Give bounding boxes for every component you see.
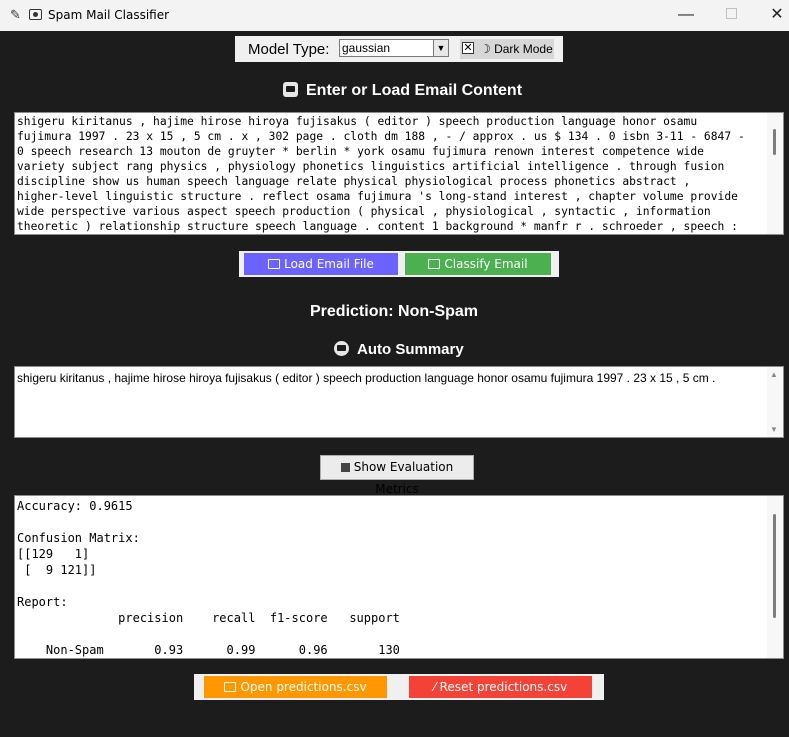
scroll-up-icon[interactable]: ▲ (770, 370, 778, 379)
email-scrollbar[interactable] (767, 113, 783, 234)
email-icon (283, 82, 298, 97)
model-type-value: gaussian (342, 41, 391, 55)
minimize-button[interactable]: — (663, 0, 709, 31)
scroll-thumb[interactable] (773, 514, 776, 618)
brain-icon (334, 341, 349, 356)
title-bar: ✎ Spam Mail Classifier — ✕ (0, 0, 789, 31)
upload-icon (428, 259, 441, 269)
prediction-result: Prediction: Non-Spam (310, 303, 479, 320)
open-predictions-button[interactable]: Open predictions.csv (204, 676, 387, 698)
email-action-bar: Load Email File Classify Email (239, 251, 559, 277)
folder-icon (268, 259, 281, 269)
show-metrics-button[interactable]: Show Evaluation Metrics (320, 455, 474, 496)
maximize-button[interactable] (708, 0, 754, 31)
summary-text[interactable]: shigeru kiritanus , hajime hirose hiroya… (17, 370, 762, 387)
metrics-text[interactable]: Accuracy: 0.9615 Confusion Matrix: [[129… (17, 498, 765, 658)
chevron-down-icon[interactable]: ▼ (433, 40, 448, 56)
chart-icon (340, 463, 350, 472)
email-text-area[interactable]: shigeru kiritanus , hajime hirose hiroya… (14, 112, 784, 235)
maximize-icon (725, 8, 737, 19)
model-toolbar: Model Type: gaussian ▼ ✕ ☽ Dark Mode (235, 36, 563, 62)
scroll-thumb[interactable] (773, 129, 776, 155)
dark-mode-toggle[interactable]: ✕ ☽ Dark Mode (460, 39, 554, 59)
reset-predictions-button[interactable]: ⁄ Reset predictions.csv (409, 676, 592, 698)
metrics-text-area[interactable]: Accuracy: 0.9615 Confusion Matrix: [[129… (14, 495, 784, 659)
model-type-select[interactable]: gaussian ▼ (339, 39, 449, 57)
summary-text-area[interactable]: shigeru kiritanus , hajime hirose hiroya… (14, 366, 784, 438)
folder-icon (224, 682, 237, 692)
metrics-scrollbar[interactable] (767, 496, 783, 658)
load-email-button[interactable]: Load Email File (244, 253, 398, 275)
model-type-label: Model Type: (248, 41, 330, 58)
summary-heading: Auto Summary (334, 341, 464, 358)
dark-mode-label: ☽ Dark Mode (480, 42, 553, 56)
classify-email-button[interactable]: Classify Email (405, 253, 551, 275)
email-text[interactable]: shigeru kiritanus , hajime hirose hiroya… (17, 114, 765, 234)
feather-icon: ✎ (10, 7, 21, 22)
app-icon (29, 9, 42, 20)
close-button[interactable]: ✕ (754, 0, 789, 31)
csv-action-bar: Open predictions.csv ⁄ Reset predictions… (194, 674, 604, 700)
checkbox-icon[interactable]: ✕ (462, 42, 474, 54)
window-title: Spam Mail Classifier (48, 8, 170, 22)
summary-scrollbar[interactable]: ▲ ▼ (767, 367, 783, 437)
scroll-down-icon[interactable]: ▼ (770, 425, 778, 434)
email-heading: Enter or Load Email Content (283, 82, 522, 100)
